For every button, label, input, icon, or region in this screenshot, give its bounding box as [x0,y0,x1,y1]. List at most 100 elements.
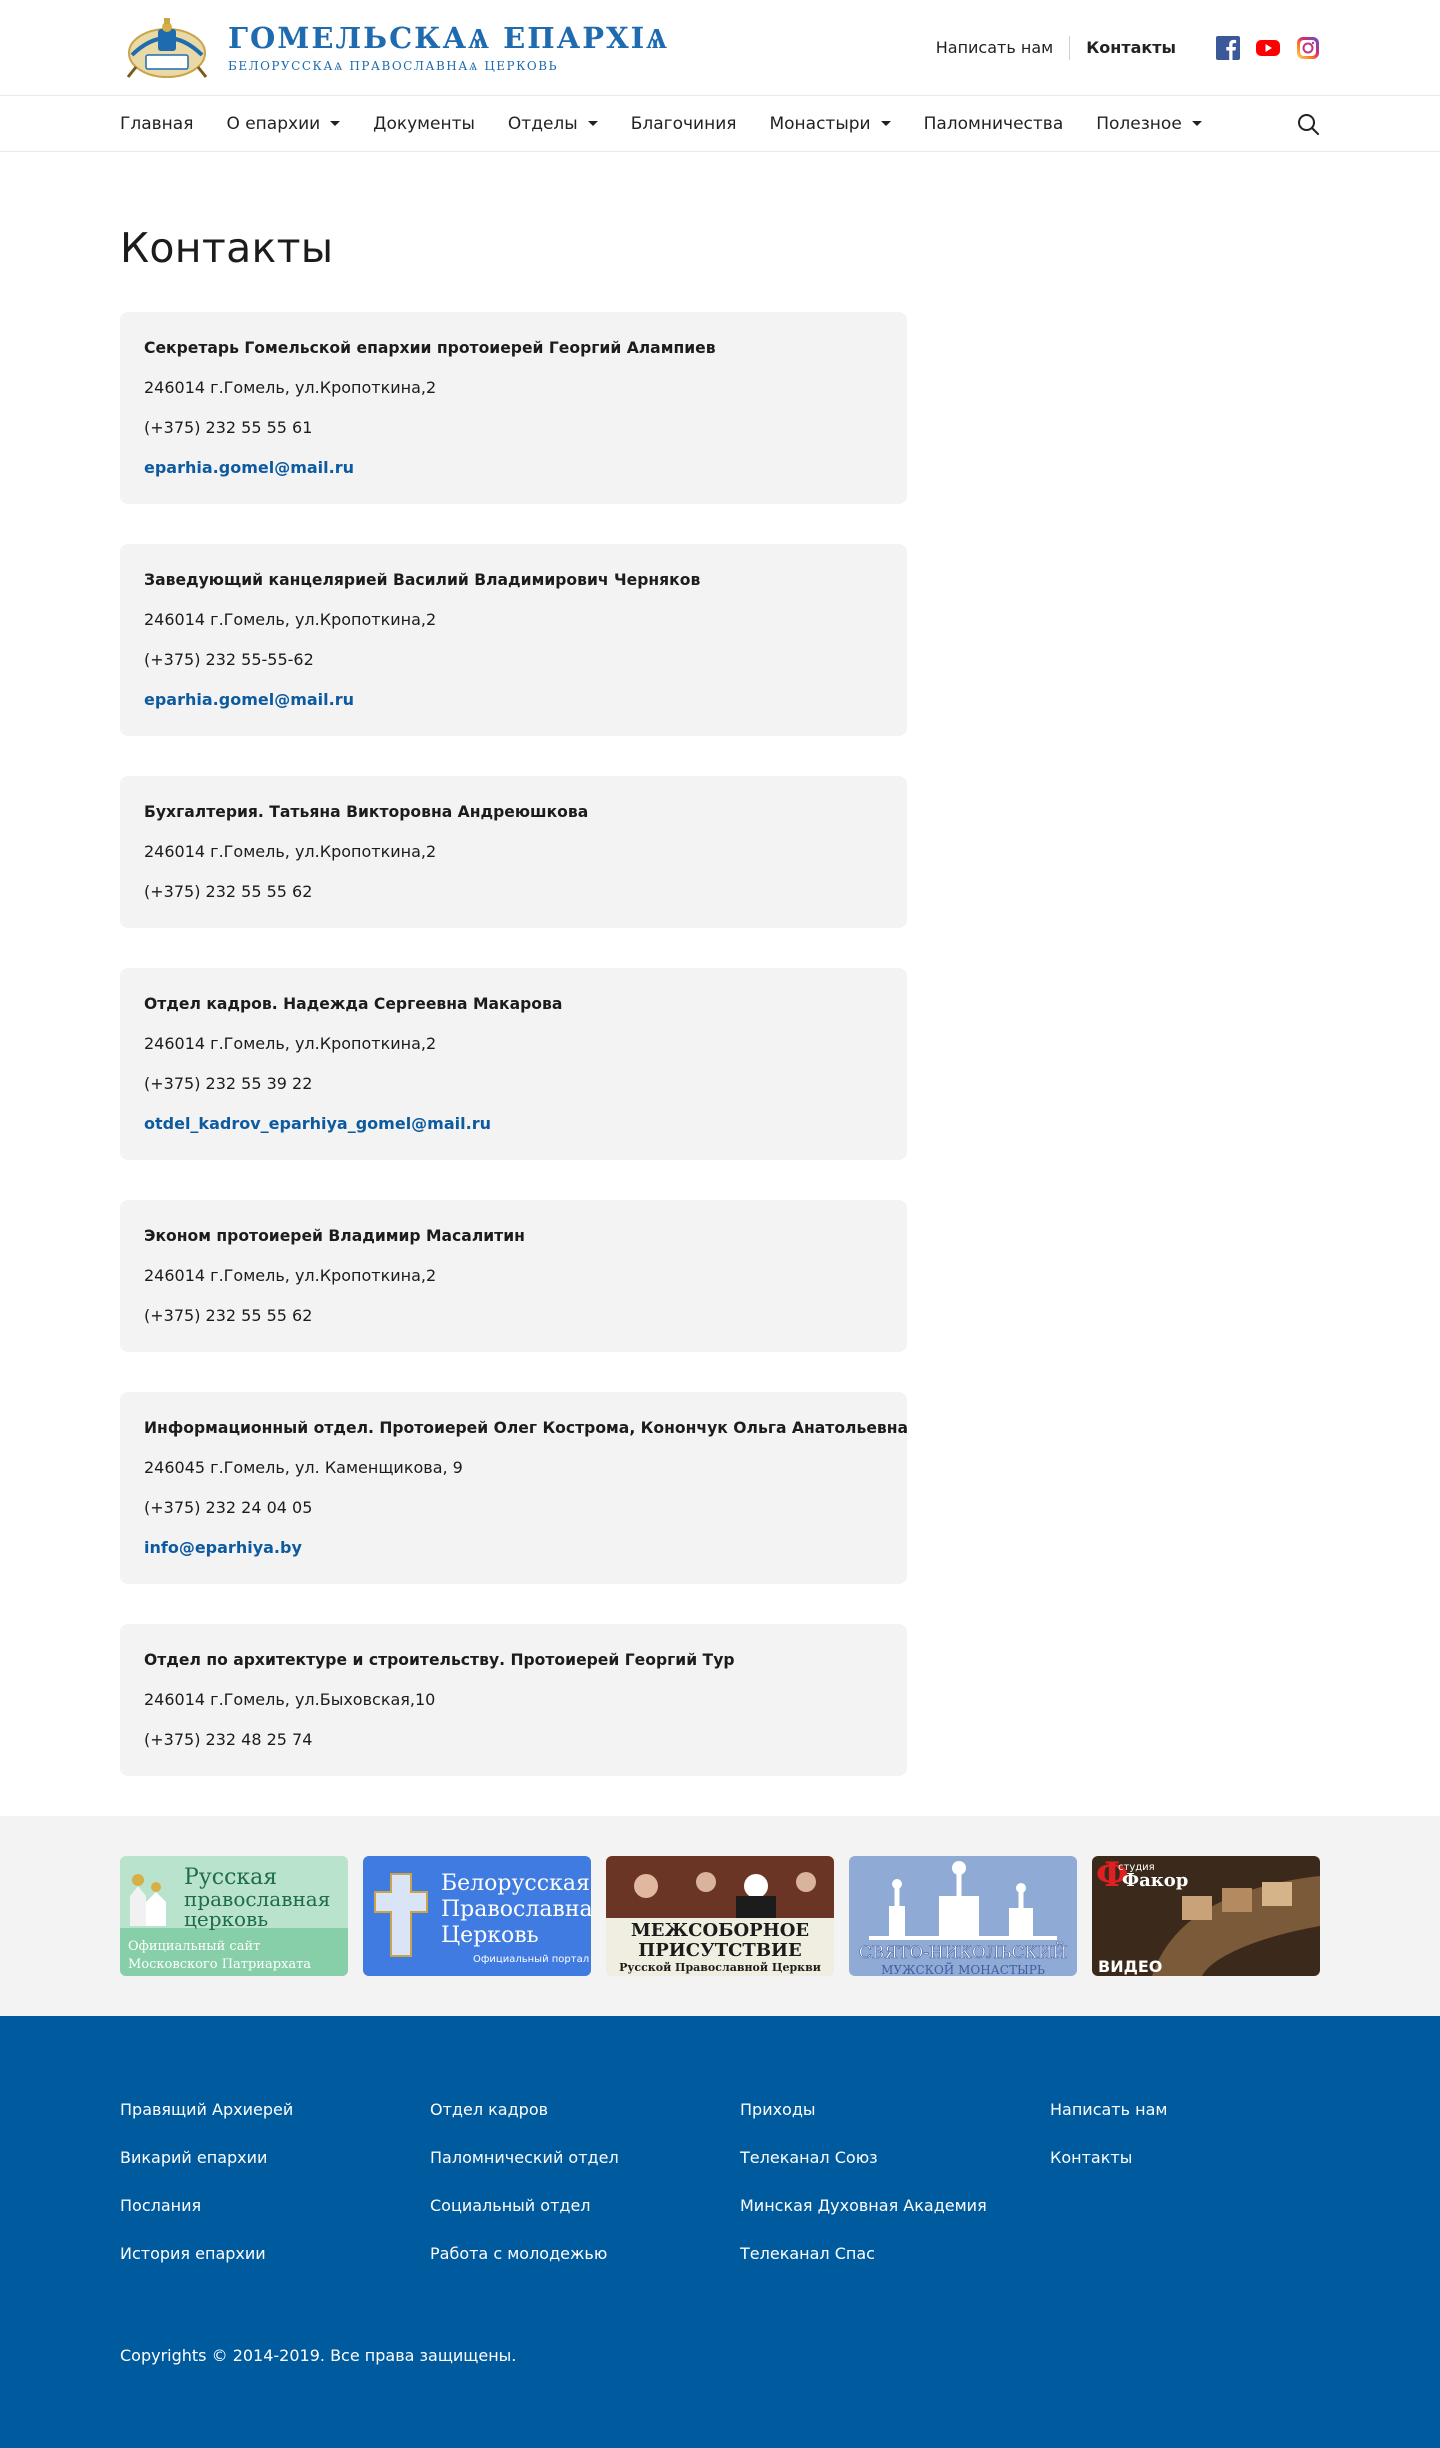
contact-card: Эконом протоиерей Владимир Масалитин 246… [120,1200,907,1352]
contact-email-link[interactable]: otdel_kadrov_eparhiya_gomel@mail.ru [144,1114,491,1134]
nav-item-about[interactable]: О епархии [226,113,341,134]
banner-text: Русской Православной Церкви [619,1961,821,1974]
nav-label: О епархии [226,113,321,134]
contact-phone: (+375) 232 55 55 62 [144,1306,313,1325]
write-us-link[interactable]: Написать нам [936,38,1053,57]
banner-intercouncil[interactable]: МЕЖСОБОРНОЕ ПРИСУТСТВИЕ Русской Правосла… [606,1856,834,1976]
nav-item-documents[interactable]: Документы [373,114,475,134]
banner-video-studio[interactable]: Ф студия Факор ВИДЕО [1092,1856,1320,1976]
contact-card: Отдел кадров. Надежда Сергеевна Макарова… [120,968,907,1160]
footer-link[interactable]: Телеканал Союз [740,2148,987,2168]
footer-column: Правящий Архиерей Викарий епархии Послан… [120,2100,293,2292]
contact-card: Информационный отдел. Протоиерей Олег Ко… [120,1392,909,1584]
banner-text: Белорусская [441,1871,590,1896]
footer-link[interactable]: Правящий Архиерей [120,2100,293,2120]
footer-link[interactable]: Написать нам [1050,2100,1167,2120]
nav-label: Отделы [507,113,578,134]
caret-down-icon [587,121,598,126]
instagram-icon[interactable] [1296,36,1320,60]
contact-address: 246014 г.Гомель, ул.Быховская,10 [144,1690,436,1709]
banner-text: Факор [1122,1870,1188,1891]
banner-text: Официальный сайт [128,1939,260,1954]
footer-link[interactable]: Контакты [1050,2148,1167,2168]
site-footer: Правящий Архиерей Викарий епархии Послан… [0,2016,1440,2448]
diocese-emblem-icon [126,17,208,78]
contact-phone: (+375) 232 55-55-62 [144,650,314,669]
footer-link[interactable]: Паломнический отдел [430,2148,619,2168]
banner-text: Официальный портал [473,1954,589,1965]
contact-email-link[interactable]: eparhia.gomel@mail.ru [144,458,354,478]
footer-link[interactable]: Работа с молодежью [430,2244,619,2264]
facebook-icon[interactable] [1216,35,1240,60]
contact-card: Секретарь Гомельской епархии протоиерей … [120,312,907,504]
contacts-link[interactable]: Контакты [1086,38,1176,57]
banner-text: МУЖСКОЙ МОНАСТЫРЬ [881,1961,1045,1976]
nav-item-monasteries[interactable]: Монастыри [769,113,891,134]
footer-link[interactable]: Минская Духовная Академия [740,2196,987,2216]
nav-label: Благочиния [630,113,737,134]
nav-item-deaneries[interactable]: Благочиния [631,114,737,134]
nav-label: Монастыри [769,113,871,134]
contact-address: 246045 г.Гомель, ул. Каменщикова, 9 [144,1458,463,1477]
contact-title: Отдел кадров. Надежда Сергеевна Макарова [144,995,563,1013]
nav-item-departments[interactable]: Отделы [508,114,598,134]
contact-phone: (+375) 232 55 39 22 [144,1074,313,1093]
banner-text: Православная [441,1897,591,1922]
divider [1069,35,1071,60]
contact-title: Отдел по архитектуре и строительству. Пр… [144,1651,735,1669]
footer-link[interactable]: Телеканал Спас [740,2244,987,2264]
contact-card: Заведующий канцелярией Василий Владимиро… [120,544,907,736]
partner-banners: Русская православная церковь Официальный… [0,1816,1440,2016]
footer-link[interactable]: Социальный отдел [430,2196,619,2216]
banner-text: церковь [184,1907,268,1931]
contact-title: Заведующий канцелярией Василий Владимиро… [144,571,701,589]
footer-column: Отдел кадров Паломнический отдел Социаль… [430,2100,619,2292]
contact-phone: (+375) 232 55 55 61 [144,418,313,437]
contact-card: Бухгалтерия. Татьяна Викторовна Андреюшк… [120,776,907,928]
banner-text: СВЯТО-НИКОЛЬСКИЙ [859,1942,1067,1963]
site-logo[interactable]: ГОМЕЛЬСКАѦ ЕПАРХІѦ БЕЛОРУССКАѦ ПРАВОСЛАВ… [120,15,669,81]
banner-nikolsky-monastery[interactable]: СВЯТО-НИКОЛЬСКИЙ МУЖСКОЙ МОНАСТЫРЬ [849,1856,1077,1976]
caret-down-icon [880,121,891,126]
contact-address: 246014 г.Гомель, ул.Кропоткина,2 [144,378,437,397]
main-nav: Главная О епархии Документы Отделы Благо… [0,96,1440,152]
contact-address: 246014 г.Гомель, ул.Кропоткина,2 [144,610,437,629]
copyright-text: Copyrights © 2014-2019. Все права защище… [120,2346,517,2365]
caret-down-icon [1191,121,1202,126]
contact-card: Отдел по архитектуре и строительству. Пр… [120,1624,907,1776]
banner-belarusian-church[interactable]: Белорусская Православная Церковь Официал… [363,1856,591,1976]
contact-address: 246014 г.Гомель, ул.Кропоткина,2 [144,1034,437,1053]
contact-email-link[interactable]: info@eparhiya.by [144,1538,302,1558]
youtube-icon[interactable] [1256,36,1280,60]
footer-link[interactable]: Приходы [740,2100,987,2120]
site-header: ГОМЕЛЬСКАѦ ЕПАРХІѦ БЕЛОРУССКАѦ ПРАВОСЛАВ… [0,0,1440,96]
footer-link[interactable]: Отдел кадров [430,2100,619,2120]
contact-address: 246014 г.Гомель, ул.Кропоткина,2 [144,1266,437,1285]
logo-subtitle: БЕЛОРУССКАѦ ПРАВОСЛАВНАѦ ЦЕРКОВЬ [228,59,559,73]
contact-phone: (+375) 232 48 25 74 [144,1730,313,1749]
nav-item-pilgrimages[interactable]: Паломничества [924,114,1064,134]
contact-phone: (+375) 232 55 55 62 [144,882,313,901]
caret-down-icon [330,121,341,126]
contact-address: 246014 г.Гомель, ул.Кропоткина,2 [144,842,437,861]
footer-column: Написать нам Контакты [1050,2100,1167,2196]
page-title: Контакты [120,224,334,272]
nav-item-useful[interactable]: Полезное [1096,114,1202,134]
nav-item-home[interactable]: Главная [120,114,193,134]
contact-email-link[interactable]: eparhia.gomel@mail.ru [144,690,354,710]
banner-text: Московского Патриархата [128,1957,311,1972]
banner-text: ВИДЕО [1098,1957,1162,1976]
banner-text: Церковь [441,1923,539,1948]
footer-link[interactable]: История епархии [120,2244,293,2264]
search-icon[interactable] [1296,112,1320,136]
nav-label: Полезное [1096,113,1182,134]
nav-label: Паломничества [923,113,1064,134]
footer-link[interactable]: Послания [120,2196,293,2216]
logo-title: ГОМЕЛЬСКАѦ ЕПАРХІѦ [228,21,670,55]
banner-russian-church[interactable]: Русская православная церковь Официальный… [120,1856,348,1976]
footer-link[interactable]: Викарий епархии [120,2148,293,2168]
contact-title: Информационный отдел. Протоиерей Олег Ко… [144,1419,909,1437]
contact-title: Секретарь Гомельской епархии протоиерей … [144,339,716,357]
nav-label: Главная [120,113,194,134]
contact-title: Бухгалтерия. Татьяна Викторовна Андреюшк… [144,803,589,821]
